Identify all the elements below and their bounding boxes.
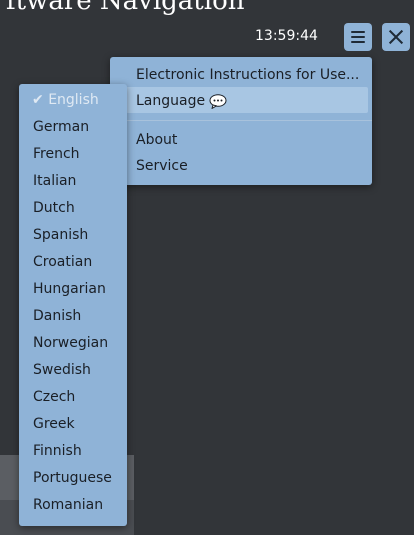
language-item-italian[interactable]: Italian bbox=[33, 173, 76, 189]
checkmark-icon: ✔ bbox=[32, 92, 44, 108]
language-item-finnish[interactable]: Finnish bbox=[33, 443, 82, 459]
language-item-french[interactable]: French bbox=[33, 146, 80, 162]
language-item-english[interactable]: ✔ English bbox=[32, 92, 99, 108]
language-item-danish[interactable]: Danish bbox=[33, 308, 81, 324]
hamburger-icon bbox=[351, 31, 365, 43]
language-item-czech[interactable]: Czech bbox=[33, 389, 75, 405]
menu-item-about[interactable]: About bbox=[136, 132, 177, 148]
menu-item-service[interactable]: Service bbox=[136, 158, 188, 174]
menu-item-language[interactable]: Language bbox=[136, 93, 227, 109]
language-item-romanian[interactable]: Romanian bbox=[33, 497, 103, 513]
clock: 13:59:44 bbox=[255, 28, 318, 44]
menu-divider bbox=[126, 120, 372, 121]
menu-item-eifu[interactable]: Electronic Instructions for Use... bbox=[136, 67, 359, 83]
language-item-dutch[interactable]: Dutch bbox=[33, 200, 75, 216]
close-icon bbox=[388, 29, 404, 45]
language-item-swedish[interactable]: Swedish bbox=[33, 362, 91, 378]
chat-bubble-icon bbox=[209, 93, 227, 109]
language-item-hungarian[interactable]: Hungarian bbox=[33, 281, 106, 297]
menu-button[interactable] bbox=[344, 23, 372, 51]
language-item-german[interactable]: German bbox=[33, 119, 89, 135]
language-item-spanish[interactable]: Spanish bbox=[33, 227, 88, 243]
language-item-portuguese[interactable]: Portuguese bbox=[33, 470, 112, 486]
menu-item-language-label: Language bbox=[136, 93, 206, 109]
language-item-greek[interactable]: Greek bbox=[33, 416, 75, 432]
language-item-croatian[interactable]: Croatian bbox=[33, 254, 92, 270]
language-submenu: ✔ English German French Italian Dutch Sp… bbox=[19, 84, 127, 526]
language-item-norwegian[interactable]: Norwegian bbox=[33, 335, 108, 351]
close-button[interactable] bbox=[382, 23, 410, 51]
app-window: ftware Navigation 13:59:44 Electronic In… bbox=[0, 0, 414, 535]
main-menu: Electronic Instructions for Use... Langu… bbox=[110, 57, 372, 185]
banner-title: ftware Navigation bbox=[6, 0, 245, 16]
